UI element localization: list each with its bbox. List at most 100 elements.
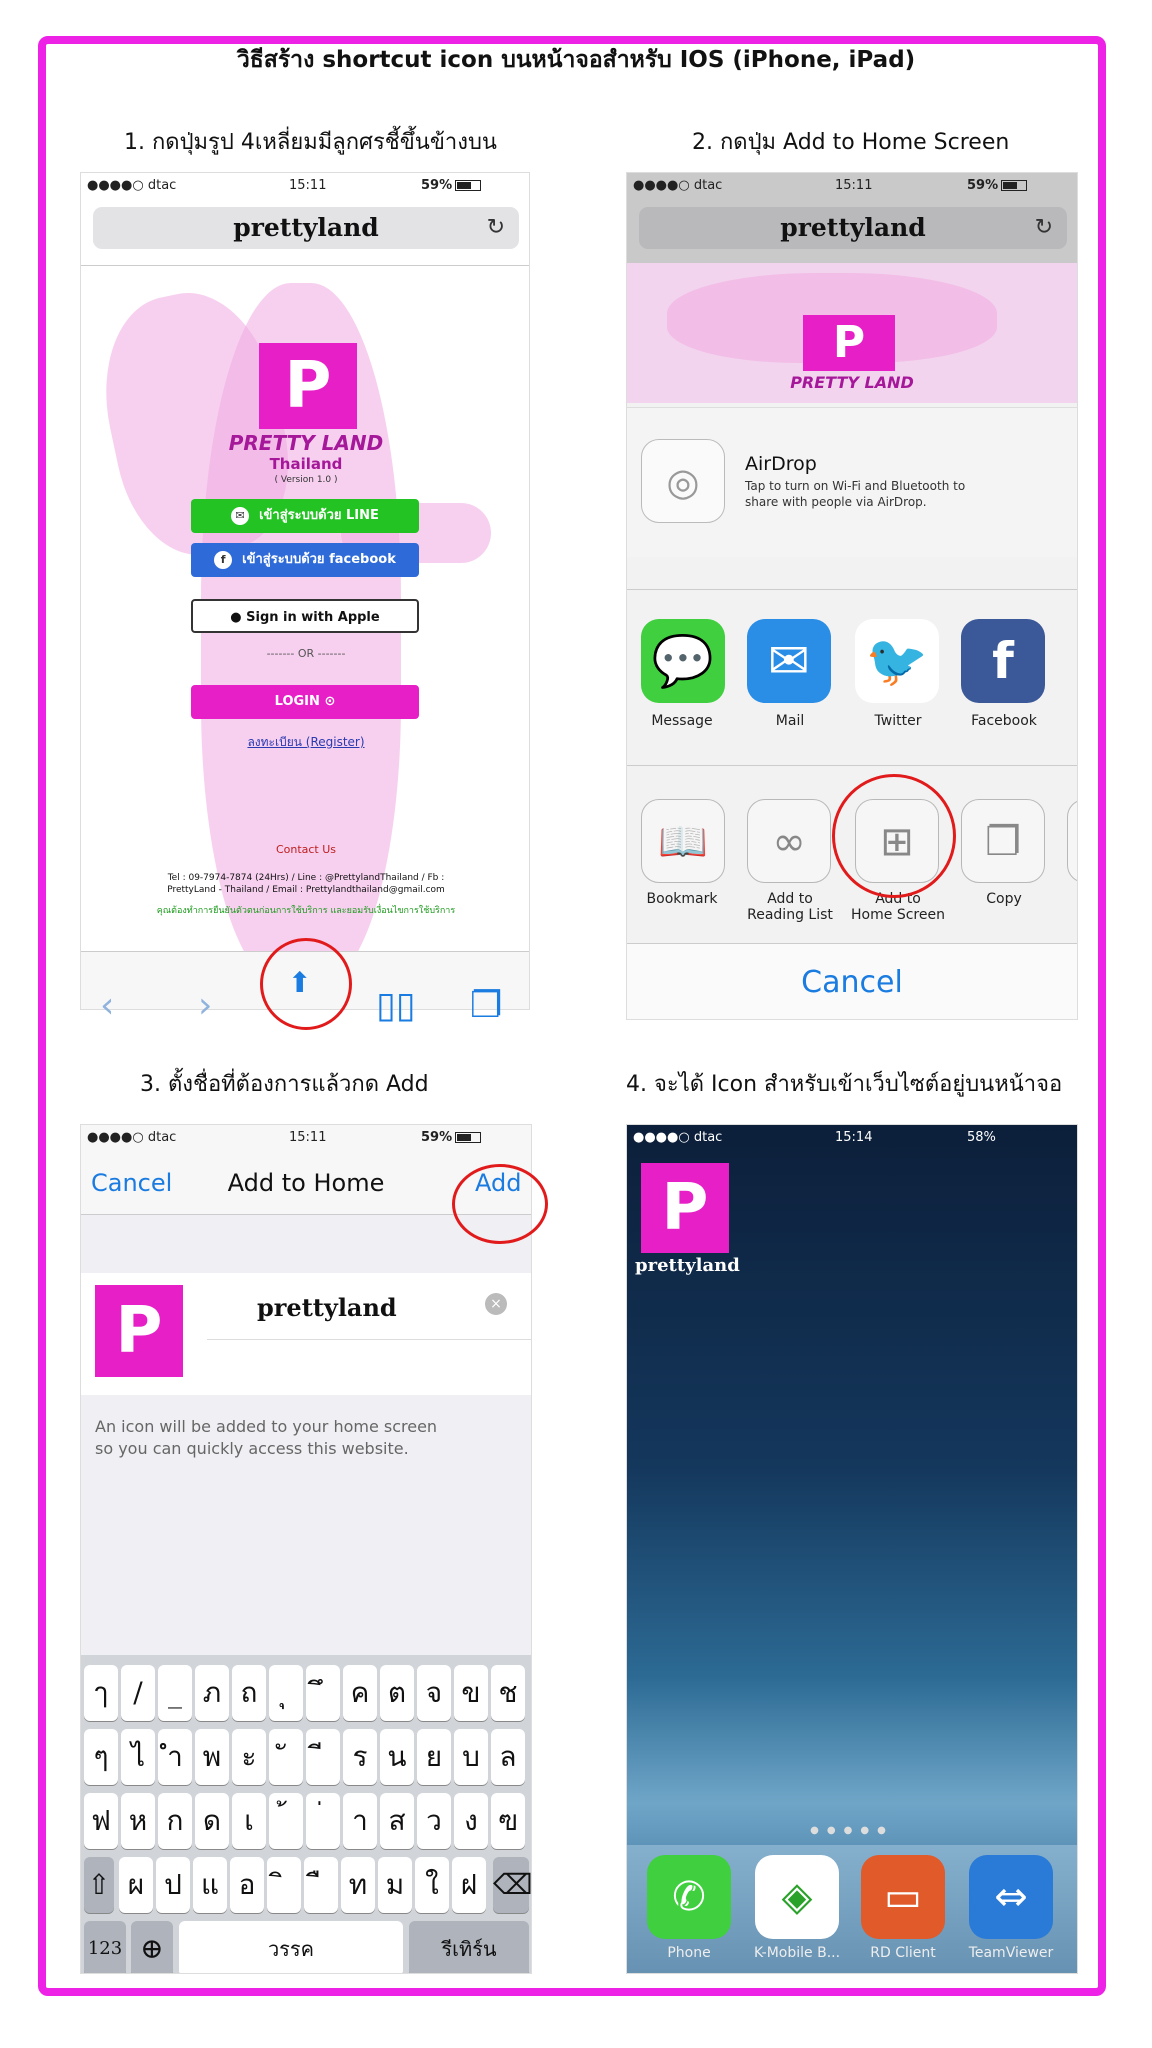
key[interactable]: ว [417,1793,451,1849]
key[interactable]: ิ [267,1857,301,1913]
key[interactable]: ส [380,1793,414,1849]
key[interactable]: ค [343,1665,377,1721]
status-bar: ●●●●○ dtac 15:11 59% [81,173,529,199]
airdrop-icon[interactable]: ◎ [641,439,725,523]
key[interactable]: ม [378,1857,412,1913]
bookmark-icon[interactable]: 📖 [641,799,725,883]
key[interactable]: ไ [121,1729,155,1785]
key[interactable]: ผ [119,1857,153,1913]
contact-link[interactable]: Contact Us [81,843,529,856]
phone-app-icon[interactable]: ✆ [647,1855,731,1939]
mail-app-icon[interactable]: ✉ [747,619,831,703]
more-action-icon[interactable] [1067,799,1077,883]
key[interactable]: ด [195,1793,229,1849]
key[interactable]: บ [454,1729,488,1785]
reload-icon[interactable]: ↻ [487,207,505,249]
login-label: LOGIN [274,694,320,709]
url-text: prettyland [233,213,379,242]
apple-login-button[interactable]: ● Sign in with Apple [191,599,419,633]
key[interactable]: อ [230,1857,264,1913]
key[interactable]: ฟ [84,1793,118,1849]
login-button[interactable]: LOGIN ⊙ [191,685,419,719]
key[interactable]: พ [195,1729,229,1785]
bookmark-label: Bookmark [646,891,718,907]
key[interactable]: ง [454,1793,488,1849]
key[interactable]: ้ [269,1793,303,1849]
key[interactable]: ถ [232,1665,266,1721]
battery-label: 59% [967,178,999,193]
return-key[interactable]: รีเทิร์น [409,1921,529,1973]
numbers-key[interactable]: 123 [84,1921,126,1973]
key[interactable]: ุ [269,1665,303,1721]
key[interactable]: ๆ [84,1729,118,1785]
footer-email: PrettyLand - Thailand / Email : Prettyla… [167,885,445,895]
panel-safari-login: ●●●●○ dtac 15:11 59% prettyland ↻ P PRETT… [80,172,530,1010]
key[interactable]: ื [304,1857,338,1913]
status-bar: ●●●●○ dtac 15:11 59% [81,1125,531,1151]
key[interactable]: ช [491,1665,525,1721]
key[interactable]: _ [158,1665,192,1721]
key[interactable]: ย [417,1729,451,1785]
key[interactable]: ใ [415,1857,449,1913]
message-app-icon[interactable]: 💬 [641,619,725,703]
key[interactable]: ฝ [452,1857,486,1913]
key[interactable]: ห [121,1793,155,1849]
tabs-icon[interactable]: ❐ [470,985,502,1026]
back-icon[interactable]: ‹ [100,985,114,1026]
divider [207,1339,531,1340]
reading-list-label: Add to Reading List [747,891,833,923]
phone-label: Phone [667,1945,711,1961]
key[interactable]: ต [380,1665,414,1721]
key[interactable]: ข [454,1665,488,1721]
bookmarks-icon[interactable]: ▯▯ [376,985,416,1026]
url-bar[interactable]: prettyland ↻ [93,207,519,249]
key[interactable]: ก [158,1793,192,1849]
divider [81,265,529,266]
cancel-button[interactable]: Cancel [627,943,1077,1019]
key[interactable]: ั [269,1729,303,1785]
facebook-login-button[interactable]: f เข้าสู่ระบบด้วย facebook [191,543,419,577]
key[interactable]: ๅ [84,1665,118,1721]
key[interactable]: แ [193,1857,227,1913]
key[interactable]: ร [343,1729,377,1785]
globe-icon[interactable]: ⊕ [131,1921,173,1973]
facebook-app-icon[interactable]: f [961,619,1045,703]
twitter-app-icon[interactable]: 🐦 [855,619,939,703]
carrier-label: ●●●●○ dtac [633,1130,723,1145]
prettyland-logo: P [803,315,895,371]
key[interactable]: / [121,1665,155,1721]
time-label: 15:11 [835,178,873,193]
key[interactable]: เ [232,1793,266,1849]
copy-icon[interactable]: ❐ [961,799,1045,883]
key[interactable]: ี [306,1729,340,1785]
time-label: 15:11 [289,1130,327,1145]
key[interactable]: ่ [306,1793,340,1849]
thai-keyboard: ๅ/_ภถุึคตจขชๆไำพะัีรนยบลฟหกดเ้่าสวงฃ ⇧ผปแ… [81,1655,531,1973]
shift-key[interactable]: ⇧ [84,1857,114,1913]
key[interactable]: า [343,1793,377,1849]
key[interactable]: ึ [306,1665,340,1721]
teamviewer-app-icon[interactable]: ⇔ [969,1855,1053,1939]
key[interactable]: ล [491,1729,525,1785]
key[interactable]: ภ [195,1665,229,1721]
teamviewer-label: TeamViewer [968,1945,1054,1961]
forward-icon[interactable]: › [198,985,212,1026]
backspace-key[interactable]: ⌫ [493,1857,531,1913]
key[interactable]: ท [341,1857,375,1913]
key[interactable]: ะ [232,1729,266,1785]
key[interactable]: ป [156,1857,190,1913]
k-mobile-app-icon[interactable]: ◈ [755,1855,839,1939]
space-key[interactable]: วรรค [179,1921,403,1973]
key[interactable]: ฃ [491,1793,525,1849]
key[interactable]: ำ [158,1729,192,1785]
clear-icon[interactable]: × [485,1293,507,1315]
register-link[interactable]: ลงทะเบียน (Register) [81,733,529,752]
name-field[interactable]: prettyland [257,1293,397,1322]
line-login-button[interactable]: ✉ เข้าสู่ระบบด้วย LINE [191,499,419,533]
reading-list-icon[interactable]: ∞ [747,799,831,883]
divider [627,589,1077,590]
key[interactable]: จ [417,1665,451,1721]
key[interactable]: น [380,1729,414,1785]
rd-client-app-icon[interactable]: ▭ [861,1855,945,1939]
prettyland-home-icon[interactable]: P [641,1163,729,1253]
